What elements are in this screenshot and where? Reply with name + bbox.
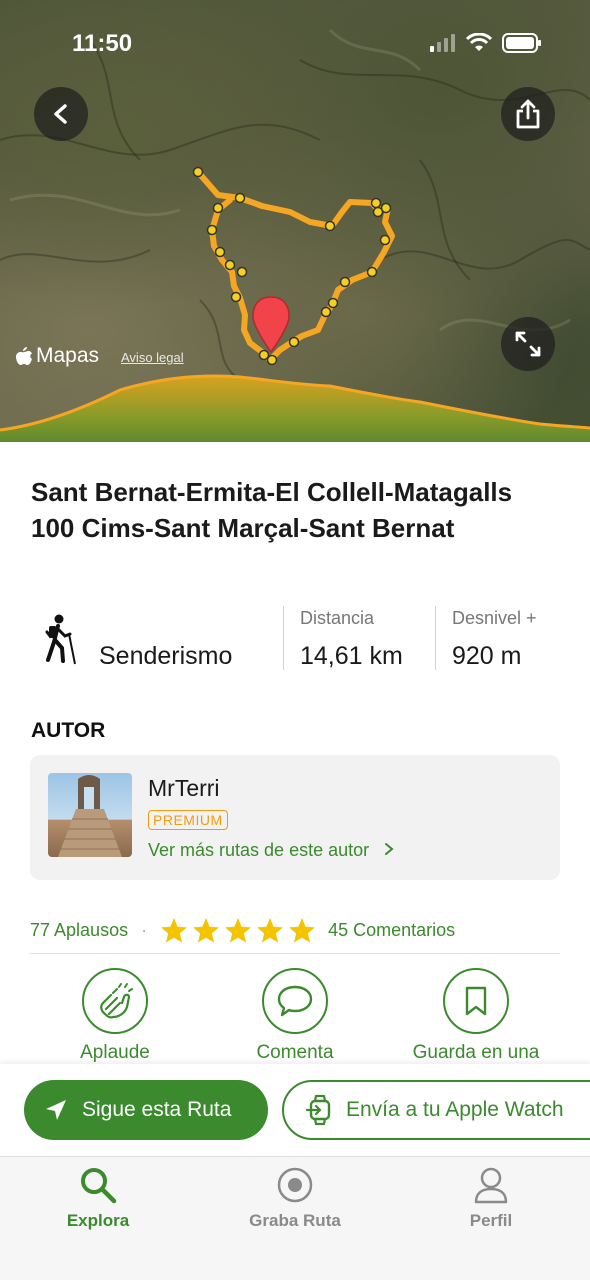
distance-value: 14,61 km	[300, 642, 403, 670]
maps-brand: Mapas	[16, 344, 99, 368]
stats-divider	[283, 606, 284, 670]
elevation-label: Desnivel +	[452, 608, 537, 628]
applaud-button[interactable]: Aplaude	[25, 968, 205, 1064]
applause-count[interactable]: 77 Aplausos	[30, 920, 128, 941]
tab-bar: Explora Graba Ruta Perfil	[0, 1156, 590, 1280]
tab-explore[interactable]: Explora	[18, 1165, 178, 1231]
comment-icon	[277, 985, 313, 1017]
expand-icon	[515, 331, 541, 357]
send-to-watch-label: Envía a tu Apple Watch	[346, 1098, 564, 1121]
back-button[interactable]	[34, 87, 88, 141]
share-icon	[516, 99, 540, 129]
applaud-circle	[82, 968, 148, 1034]
send-to-watch-button[interactable]: Envía a tu Apple Watch	[282, 1080, 590, 1140]
record-icon	[277, 1167, 313, 1203]
more-routes-label: Ver más rutas de este autor	[148, 840, 370, 860]
divider	[30, 953, 560, 954]
activity-type: Senderismo	[99, 642, 233, 670]
separator: ·	[141, 919, 148, 940]
stats-divider	[435, 606, 436, 670]
applaud-label: Aplaude	[80, 1042, 150, 1063]
avatar	[48, 773, 132, 857]
more-routes-link[interactable]: Ver más rutas de este autor	[148, 840, 396, 861]
star-icon	[257, 917, 284, 943]
watch-icon	[306, 1094, 331, 1126]
comment-button[interactable]: Comenta	[205, 968, 385, 1064]
signal-icon	[430, 34, 455, 52]
comments-count[interactable]: 45 Comentarios	[328, 920, 455, 941]
map-terrain	[0, 28, 590, 442]
premium-badge: PREMIUM	[148, 810, 228, 830]
follow-route-label: Sigue esta Ruta	[82, 1098, 232, 1121]
cta-bar: Sigue esta Ruta Envía a tu Apple Watch	[0, 1064, 590, 1156]
expand-map-button[interactable]	[501, 317, 555, 371]
social-summary: 77 Aplausos · 45 Comentarios	[30, 916, 560, 944]
comment-circle	[262, 968, 328, 1034]
save-circle	[443, 968, 509, 1034]
legal-link[interactable]: Aviso legal	[121, 350, 184, 365]
search-icon	[81, 1168, 117, 1204]
save-label: Guarda en una	[412, 1042, 540, 1063]
follow-route-button[interactable]: Sigue esta Ruta	[24, 1080, 268, 1140]
bookmark-icon	[465, 986, 487, 1016]
maps-brand-label: Mapas	[36, 344, 100, 367]
tab-profile-label: Perfil	[469, 1211, 513, 1230]
apple-logo-icon	[16, 346, 32, 365]
star-icon	[193, 917, 220, 943]
clap-icon	[100, 983, 133, 1019]
navigation-arrow-icon	[46, 1100, 66, 1120]
route-map[interactable]: 11:50 Mapas Aviso legal	[0, 0, 590, 442]
tab-record-label: Graba Ruta	[249, 1211, 341, 1230]
author-section-title: AUTOR	[31, 719, 106, 742]
wifi-icon	[466, 33, 492, 51]
elevation-profile	[0, 376, 590, 442]
author-card[interactable]: MrTerri PREMIUM Ver más rutas de este au…	[30, 755, 560, 880]
author-photo-image	[58, 775, 122, 857]
status-time: 11:50	[72, 30, 133, 57]
status-icons	[430, 33, 542, 53]
profile-icon	[474, 1167, 508, 1204]
share-button[interactable]	[501, 87, 555, 141]
chevron-left-icon	[54, 104, 67, 124]
star-icon	[161, 917, 188, 943]
chevron-right-icon	[385, 843, 394, 855]
route-stats: Senderismo Distancia 14,61 km Desnivel +…	[0, 604, 590, 674]
tab-profile[interactable]: Perfil	[411, 1165, 571, 1231]
star-icon	[225, 917, 252, 943]
rating-stars	[160, 917, 316, 944]
map-pin-icon	[252, 296, 290, 354]
tab-explore-label: Explora	[66, 1211, 130, 1230]
save-button[interactable]: Guarda en una	[386, 968, 566, 1064]
comment-label: Comenta	[256, 1042, 334, 1063]
route-title: Sant Bernat-Ermita-El Collell-Matagalls …	[31, 477, 513, 543]
hiker-icon	[45, 614, 76, 665]
author-name: MrTerri	[148, 775, 220, 801]
distance-label: Distancia	[300, 608, 375, 628]
star-icon	[289, 917, 316, 943]
elevation-value: 920 m	[452, 642, 522, 670]
tab-record[interactable]: Graba Ruta	[215, 1165, 375, 1231]
battery-icon	[502, 33, 541, 53]
